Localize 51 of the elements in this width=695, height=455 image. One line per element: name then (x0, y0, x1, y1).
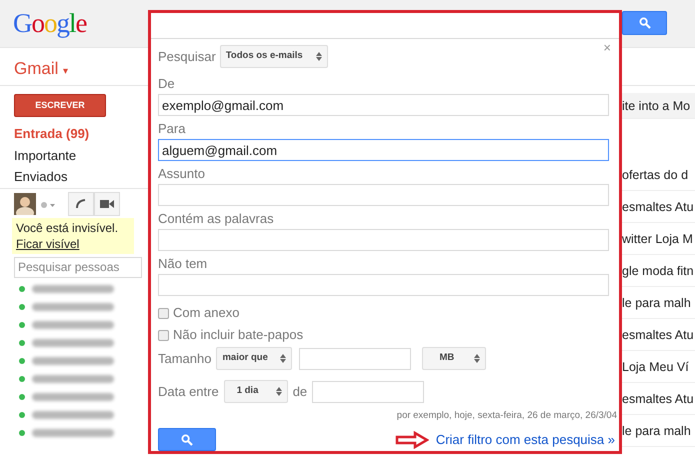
folder-link[interactable]: Importante (0, 144, 148, 166)
caret-icon: ▾ (63, 66, 68, 77)
updown-icon (474, 354, 480, 363)
date-label: Data entre (158, 382, 219, 401)
search-icon (181, 434, 193, 446)
video-camera-icon (100, 199, 114, 209)
field-label: Para (158, 120, 186, 138)
checkbox-label: Com anexo (173, 304, 240, 322)
folder-link[interactable]: Enviados (0, 166, 148, 188)
updown-icon (276, 387, 282, 396)
phone-button[interactable] (68, 192, 94, 216)
field-label: De (158, 75, 176, 93)
compose-button[interactable]: ESCREVER (14, 94, 106, 117)
search-button[interactable] (158, 428, 216, 452)
date-hint: por exemplo, hoje, sexta-feira, 26 de março, 26/3/04 (396, 409, 617, 423)
app-menu[interactable]: Gmail ▾ (14, 59, 68, 78)
phone-icon (75, 198, 87, 210)
between-label: de (292, 382, 308, 401)
video-button[interactable] (94, 192, 120, 216)
input-field[interactable] (158, 274, 609, 296)
google-logo[interactable]: Google (13, 10, 86, 37)
status-text: Você está invisível. (16, 220, 118, 234)
comparison-select[interactable]: maior que (216, 347, 292, 370)
field-label: Não tem (158, 255, 208, 273)
input-field[interactable]: alguem@gmail.com (158, 139, 609, 161)
scope-select[interactable]: Todos os e-mails (220, 45, 328, 68)
size-label: Tamanho (158, 350, 212, 368)
search-button[interactable] (622, 11, 667, 35)
updown-icon (280, 354, 286, 363)
people-search-field[interactable]: Pesquisar pessoas (14, 256, 142, 278)
search-icon (638, 17, 650, 29)
status-menu-icon[interactable] (40, 200, 56, 209)
size-field[interactable] (299, 348, 412, 370)
message-row[interactable]: ite into a Mo (620, 93, 695, 119)
date-field[interactable] (312, 380, 424, 402)
input-field[interactable] (158, 229, 609, 251)
range-select[interactable]: 1 dia (224, 380, 288, 403)
updown-icon (316, 52, 322, 61)
unit-select[interactable]: MB (422, 347, 486, 370)
checkbox-label: Não incluir bate-papos (173, 326, 304, 344)
visible-link[interactable]: Ficar visível (16, 236, 80, 250)
input-field[interactable]: exemplo@gmail.com (158, 94, 609, 116)
field-label: Assunto (158, 165, 206, 183)
input-field[interactable] (158, 184, 609, 206)
avatar (14, 193, 36, 215)
folder-link[interactable]: Entrada (99) (0, 123, 148, 144)
checkbox[interactable] (158, 330, 169, 340)
create-filter-link[interactable]: Criar filtro com esta pesquisa » (436, 430, 615, 450)
field-label: Contém as palavras (158, 210, 275, 228)
checkbox[interactable] (158, 308, 169, 318)
search-label: Pesquisar (158, 48, 216, 66)
